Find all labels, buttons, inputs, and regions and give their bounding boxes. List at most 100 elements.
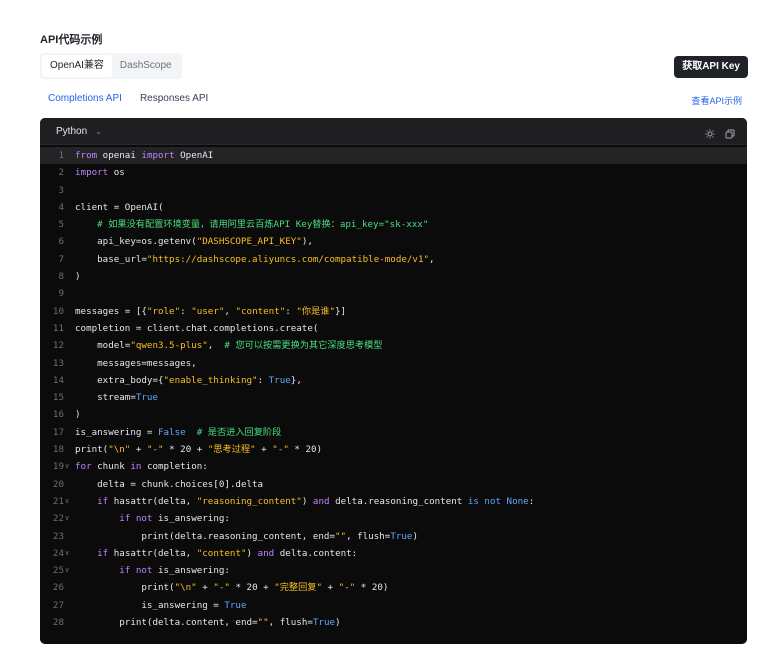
- sun-icon[interactable]: [705, 126, 715, 139]
- code-line: 10 messages = [{"role": "user", "content"…: [40, 303, 747, 320]
- code-line: 2 import os: [40, 164, 747, 181]
- code-text: print(delta.content, end="", flush=True): [75, 617, 341, 629]
- language-label: Python: [56, 125, 88, 137]
- code-line: 26 print("\n" + "-" * 20 + "完整回复" + "-" …: [40, 579, 747, 596]
- line-number: 16: [52, 409, 64, 421]
- view-api-examples-link[interactable]: 查看API示例: [691, 94, 742, 107]
- code-text: extra_body={"enable_thinking": True},: [75, 374, 302, 386]
- code-text: completion = client.chat.completions.cre…: [75, 322, 319, 334]
- code-text: print("\n" + "-" * 20 + "完整回复" + "-" * 2…: [75, 582, 389, 594]
- code-line: 3: [40, 182, 747, 199]
- line-number: 15: [52, 392, 64, 404]
- code-line: 6 api_key=os.getenv("DASHSCOPE_API_KEY")…: [40, 233, 747, 250]
- code-header-icons: [705, 126, 735, 139]
- code-text: stream=True: [75, 392, 158, 404]
- code-text: print("\n" + "-" * 20 + "思考过程" + "-" * 2…: [75, 444, 323, 456]
- api-subtabs: Completions API Responses API: [48, 93, 208, 104]
- code-line: 22 ∨ if not is_answering:: [40, 510, 747, 527]
- code-line: 23 print(delta.reasoning_content, end=""…: [40, 528, 747, 545]
- code-line: 17 is_answering = False # 是否进入回复阶段: [40, 424, 747, 441]
- line-number: 22 ∨: [40, 510, 69, 527]
- copy-icon[interactable]: [725, 126, 735, 139]
- code-text: messages=messages,: [75, 357, 197, 369]
- tab-openai-compatible[interactable]: OpenAI兼容: [42, 55, 112, 77]
- chevron-down-icon: ⌄: [95, 126, 102, 136]
- code-line: 20 delta = chunk.choices[0].delta: [40, 476, 747, 493]
- line-number: 8: [58, 271, 64, 283]
- code-text: if not is_answering:: [119, 565, 230, 577]
- line-number: 20: [52, 478, 64, 490]
- code-header: Python ⌄: [40, 118, 747, 145]
- line-number: 9: [58, 288, 64, 300]
- code-text: is_answering = True: [75, 599, 247, 611]
- code-text: delta = chunk.choices[0].delta: [75, 478, 264, 490]
- line-number: 28: [52, 617, 64, 629]
- line-number: 17: [52, 426, 64, 438]
- section-title: API代码示例: [40, 34, 103, 46]
- subtab-completions-api[interactable]: Completions API: [48, 93, 122, 104]
- code-line: 14 extra_body={"enable_thinking": True},: [40, 372, 747, 389]
- get-api-key-button[interactable]: 获取API Key: [674, 56, 748, 78]
- line-number: 26: [52, 582, 64, 594]
- code-line: 24 ∨ if hasattr(delta, "content") and del…: [40, 545, 747, 562]
- line-number: 2: [58, 167, 64, 179]
- code-text: base_url="https://dashscope.aliyuncs.com…: [75, 253, 435, 265]
- code-text: ): [75, 409, 81, 421]
- line-number: 23: [52, 530, 64, 542]
- fold-chevron-icon[interactable]: ∨: [65, 510, 69, 527]
- language-select[interactable]: Python ⌄: [56, 126, 102, 137]
- line-number: 3: [58, 184, 64, 196]
- line-number: 7: [58, 253, 64, 265]
- code-text: model="qwen3.5-plus", # 您可以按需更换为其它深度思考模型: [75, 340, 383, 352]
- line-number: 6: [58, 236, 64, 248]
- line-number: 1: [58, 150, 64, 161]
- code-line: 8): [40, 268, 747, 285]
- code-line: 25 ∨ if not is_answering:: [40, 562, 747, 579]
- code-text: ): [75, 271, 81, 283]
- code-text: # 如果没有配置环境变量，请用阿里云百炼API Key替换：api_key="s…: [75, 219, 429, 231]
- fold-chevron-icon[interactable]: ∨: [65, 493, 69, 510]
- fold-chevron-icon[interactable]: ∨: [65, 545, 69, 562]
- line-number: 12: [52, 340, 64, 352]
- code-line: 9: [40, 285, 747, 302]
- code-line: 7 base_url="https://dashscope.aliyuncs.c…: [40, 251, 747, 268]
- code-line: 13 messages=messages,: [40, 355, 747, 372]
- line-number: 10: [52, 305, 64, 317]
- line-number: 21 ∨: [40, 493, 69, 510]
- line-number: 25 ∨: [40, 562, 69, 579]
- tab-dashscope[interactable]: DashScope: [112, 55, 180, 77]
- line-number: 14: [52, 374, 64, 386]
- code-text: if hasattr(delta, "content") and delta.c…: [97, 547, 358, 559]
- code-text: print(delta.reasoning_content, end="", f…: [75, 530, 419, 542]
- code-line: 5 # 如果没有配置环境变量，请用阿里云百炼API Key替换：api_key=…: [40, 216, 747, 233]
- code-text: for chunk in completion:: [75, 461, 208, 473]
- code-line: 12 model="qwen3.5-plus", # 您可以按需更换为其它深度思…: [40, 337, 747, 354]
- code-line: 28 print(delta.content, end="", flush=Tr…: [40, 614, 747, 631]
- code-text: messages = [{"role": "user", "content": …: [75, 305, 347, 317]
- line-number: 4: [58, 201, 64, 213]
- code-line: 15 stream=True: [40, 389, 747, 406]
- code-text: client = OpenAI(: [75, 201, 164, 213]
- code-body[interactable]: 1 from openai import OpenAI 2 import os 3 4 cl…: [40, 145, 747, 631]
- code-line: 21 ∨ if hasattr(delta, "reasoning_content…: [40, 493, 747, 510]
- code-text: is_answering = False # 是否进入回复阶段: [75, 426, 282, 438]
- line-number: 11: [52, 322, 64, 334]
- line-number: 5: [58, 219, 64, 231]
- code-text: import os: [75, 167, 125, 179]
- code-line: 27 is_answering = True: [40, 597, 747, 614]
- subtab-responses-api[interactable]: Responses API: [140, 93, 208, 104]
- code-line: 18 print("\n" + "-" * 20 + "思考过程" + "-" *…: [40, 441, 747, 458]
- code-text: if not is_answering:: [119, 513, 230, 525]
- code-text: from openai import OpenAI: [75, 150, 214, 161]
- fold-chevron-icon[interactable]: ∨: [65, 458, 69, 475]
- line-number: 18: [52, 444, 64, 456]
- fold-chevron-icon[interactable]: ∨: [65, 562, 69, 579]
- sdk-tabs: OpenAI兼容 DashScope: [40, 53, 182, 79]
- line-number: 27: [52, 599, 64, 611]
- code-text: api_key=os.getenv("DASHSCOPE_API_KEY"),: [75, 236, 313, 248]
- code-line: 19 ∨ for chunk in completion:: [40, 458, 747, 475]
- code-panel: Python ⌄ 1 from openai import OpenAI 2 i…: [40, 118, 747, 644]
- line-number: 13: [52, 357, 64, 369]
